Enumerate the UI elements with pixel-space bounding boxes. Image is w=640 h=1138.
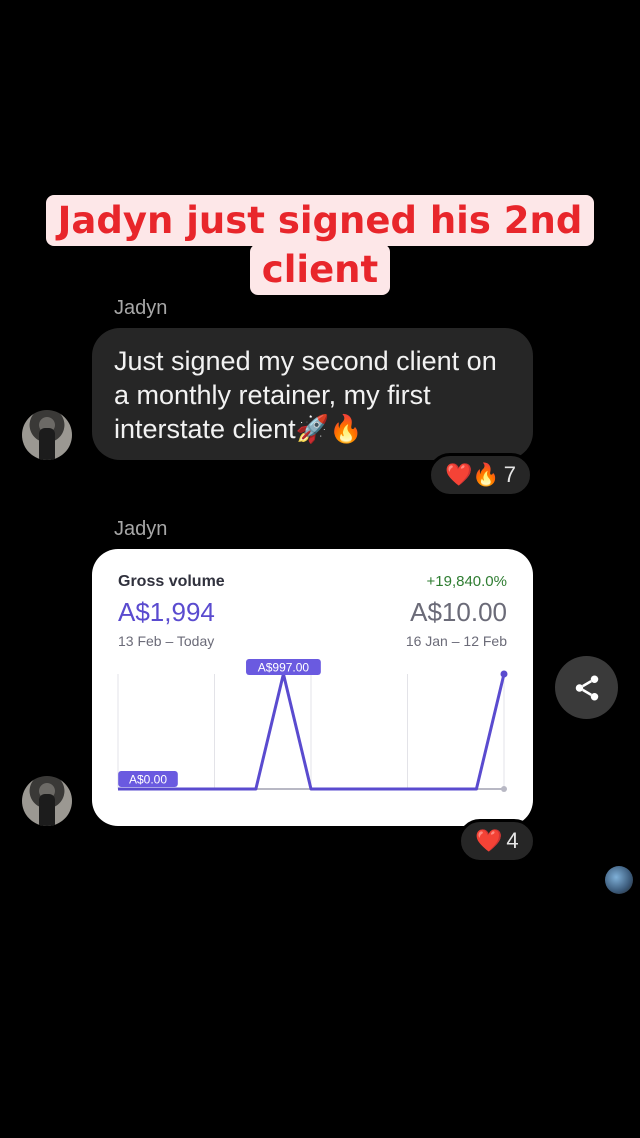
peak-data-label: A$997.00 [258, 661, 310, 675]
avatar[interactable] [22, 410, 72, 460]
headline-line-1: Jadyn just signed his 2nd [45, 195, 595, 246]
reaction-count: 4 [506, 828, 519, 853]
message-text: Just signed my second client on a monthl… [114, 346, 497, 444]
reaction-badge[interactable]: ❤️ 4 [458, 819, 536, 863]
headline-line-2: client [249, 244, 391, 295]
headline-banner: Jadyn just signed his 2nd client [0, 195, 640, 295]
share-icon [575, 675, 598, 700]
end-point [500, 670, 508, 678]
sender-name: Jadyn [114, 518, 168, 540]
sender-name: Jadyn [114, 297, 168, 319]
base-data-label: A$0.00 [129, 773, 167, 787]
reaction-badge[interactable]: ❤️🔥 7 [428, 453, 534, 497]
prev-end-point [501, 786, 507, 792]
share-button[interactable] [555, 656, 618, 719]
gross-volume-card[interactable]: Gross volume +19,840.0% A$1,994 A$10.00 … [92, 549, 533, 826]
message-bubble[interactable]: Just signed my second client on a monthl… [92, 328, 533, 460]
reaction-emojis: ❤️🔥 [445, 462, 500, 487]
reaction-count: 7 [503, 462, 517, 487]
read-receipt-avatar [605, 866, 633, 894]
reaction-emojis: ❤️ [475, 828, 503, 853]
avatar[interactable] [22, 776, 72, 826]
gross-volume-chart: A$997.00 A$0.00 [117, 659, 508, 792]
